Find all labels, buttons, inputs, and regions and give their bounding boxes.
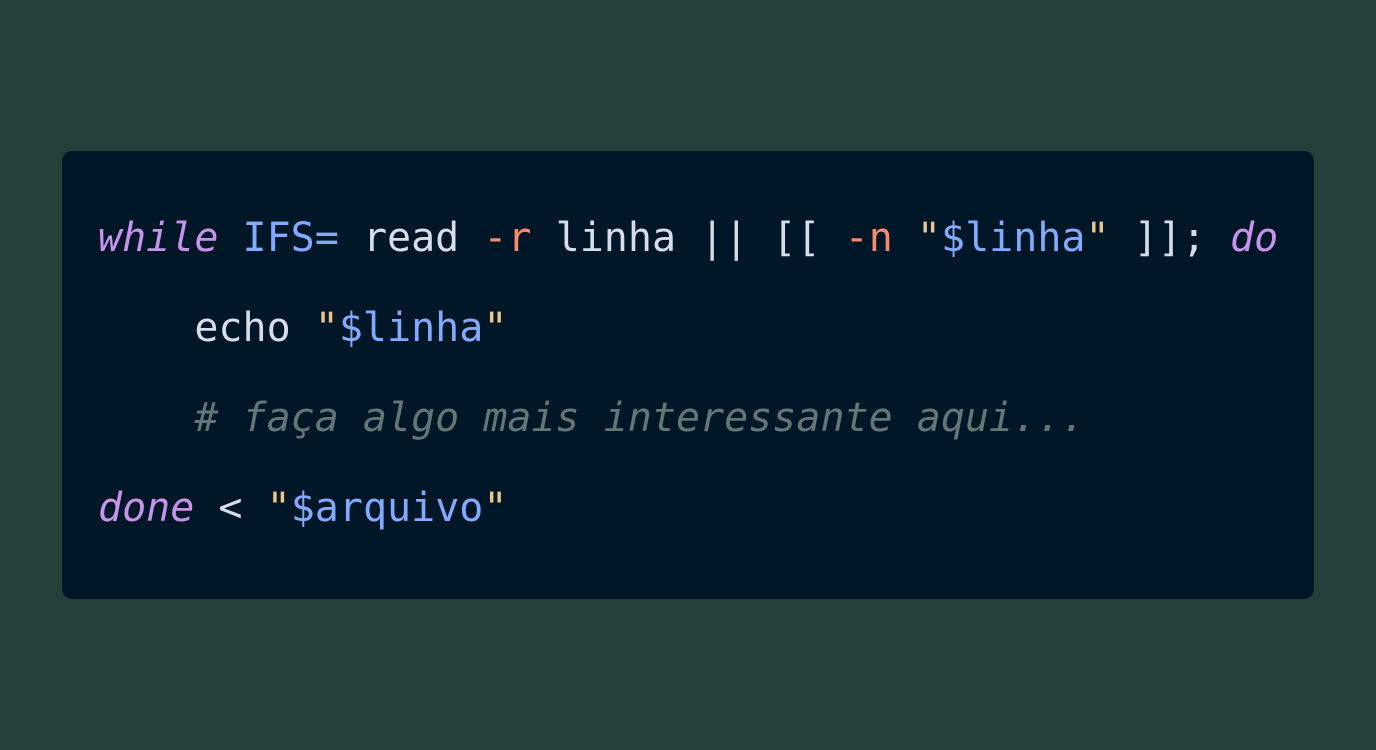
comment: # faça algo mais interessante aqui... <box>194 395 1086 441</box>
variable-linha: $linha <box>338 305 484 351</box>
quote-open: " <box>916 215 942 261</box>
variable-ifs: IFS= <box>242 215 339 261</box>
code-line-3: # faça algo mais interessante aqui... <box>98 373 1278 463</box>
quote-close: " <box>483 485 508 531</box>
quote-close: " <box>483 305 508 351</box>
code-line-2: echo "$linha" <box>98 283 1278 373</box>
redirect-operator: < <box>218 485 243 531</box>
flag-r: -r <box>483 215 532 261</box>
code-block: while IFS= read -r linha || [[ -n "$linh… <box>98 193 1278 553</box>
command-read: read <box>362 215 460 261</box>
keyword-do: do <box>1230 215 1279 261</box>
code-line-4: done < "$arquivo" <box>98 463 1278 553</box>
code-line-1: while IFS= read -r linha || [[ -n "$linh… <box>98 193 1278 283</box>
code-snippet-card: while IFS= read -r linha || [[ -n "$linh… <box>62 151 1314 599</box>
command-echo: echo <box>194 305 291 351</box>
variable-linha: $linha <box>941 215 1086 261</box>
test-close: ]]; <box>1133 215 1206 261</box>
variable-arquivo: $arquivo <box>290 485 484 531</box>
identifier-linha: linha <box>555 215 677 261</box>
keyword-while: while <box>98 215 219 261</box>
keyword-done: done <box>98 485 195 531</box>
quote-open: " <box>266 485 291 531</box>
operator-or-test-open: || [[ <box>700 215 821 261</box>
quote-close: " <box>1085 215 1110 261</box>
quote-open: " <box>314 305 339 351</box>
flag-n: -n <box>844 215 893 261</box>
